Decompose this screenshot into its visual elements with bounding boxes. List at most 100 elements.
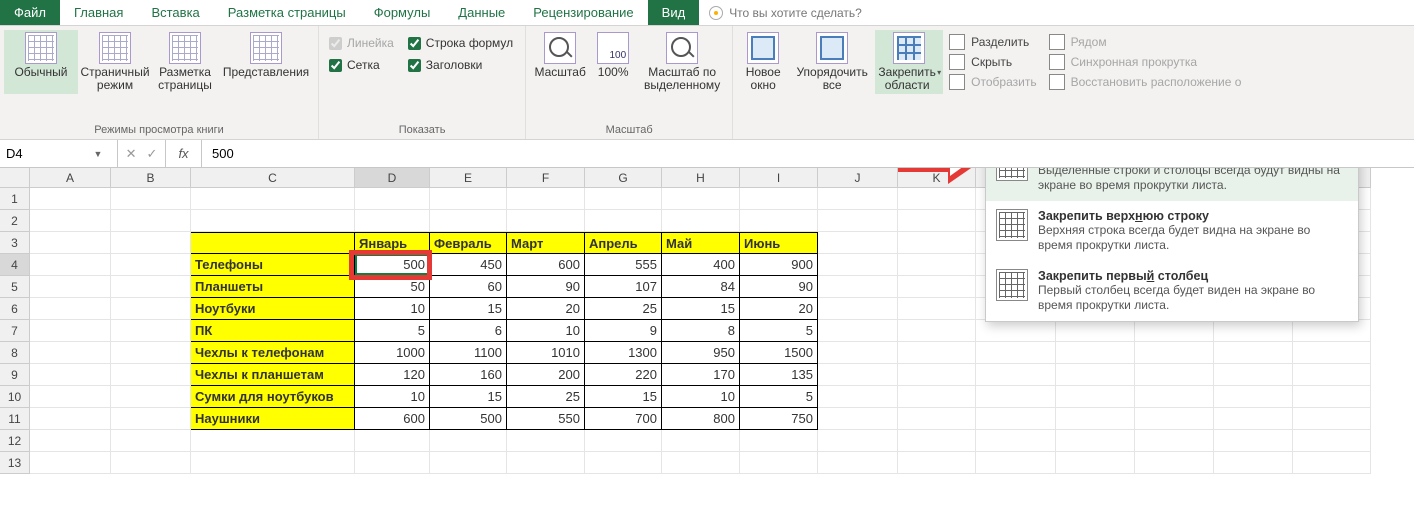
cell-D6[interactable]: 10 [355, 298, 430, 320]
cell-P8[interactable] [1293, 342, 1371, 364]
cell-B13[interactable] [111, 452, 191, 474]
cell-O12[interactable] [1214, 430, 1293, 452]
cell-E10[interactable]: 15 [430, 386, 507, 408]
cell-H1[interactable] [662, 188, 740, 210]
cell-H9[interactable]: 170 [662, 364, 740, 386]
cell-E8[interactable]: 1100 [430, 342, 507, 364]
cell-N10[interactable] [1135, 386, 1214, 408]
cell-N9[interactable] [1135, 364, 1214, 386]
side-by-side-button[interactable]: Рядом [1049, 34, 1242, 50]
cell-D11[interactable]: 600 [355, 408, 430, 430]
cell-F9[interactable]: 200 [507, 364, 585, 386]
row-header-2[interactable]: 2 [0, 210, 30, 232]
cell-C6[interactable]: Ноутбуки [191, 298, 355, 320]
cell-A5[interactable] [30, 276, 111, 298]
cell-I5[interactable]: 90 [740, 276, 818, 298]
tell-me-search[interactable]: Что вы хотите сделать? [699, 0, 872, 25]
cell-L8[interactable] [976, 342, 1056, 364]
cell-K7[interactable] [898, 320, 976, 342]
freeze-top-row-item[interactable]: Закрепить верхнюю строку Верхняя строка … [986, 201, 1358, 261]
cell-J4[interactable] [818, 254, 898, 276]
cell-D10[interactable]: 10 [355, 386, 430, 408]
reset-position-button[interactable]: Восстановить расположение о [1049, 74, 1242, 90]
col-header-J[interactable]: J [818, 168, 898, 188]
cell-I9[interactable]: 135 [740, 364, 818, 386]
cell-F3[interactable]: Март [507, 232, 585, 254]
cell-P10[interactable] [1293, 386, 1371, 408]
cell-C2[interactable] [191, 210, 355, 232]
cell-J10[interactable] [818, 386, 898, 408]
cell-C10[interactable]: Сумки для ноутбуков [191, 386, 355, 408]
zoom-100-button[interactable]: 100 100% [590, 30, 636, 94]
col-header-I[interactable]: I [740, 168, 818, 188]
row-header-9[interactable]: 9 [0, 364, 30, 386]
name-box[interactable]: ▼ [0, 140, 118, 167]
cell-N7[interactable] [1135, 320, 1214, 342]
zoom-button[interactable]: Масштаб [530, 30, 590, 94]
cell-B3[interactable] [111, 232, 191, 254]
cell-E4[interactable]: 450 [430, 254, 507, 276]
cell-J7[interactable] [818, 320, 898, 342]
cell-J2[interactable] [818, 210, 898, 232]
col-header-A[interactable]: A [30, 168, 111, 188]
cell-J8[interactable] [818, 342, 898, 364]
cell-K13[interactable] [898, 452, 976, 474]
cell-O7[interactable] [1214, 320, 1293, 342]
cell-C4[interactable]: Телефоны [191, 254, 355, 276]
cell-B11[interactable] [111, 408, 191, 430]
cell-J3[interactable] [818, 232, 898, 254]
cell-F2[interactable] [507, 210, 585, 232]
cell-M7[interactable] [1056, 320, 1135, 342]
cell-C5[interactable]: Планшеты [191, 276, 355, 298]
cell-G13[interactable] [585, 452, 662, 474]
cell-E5[interactable]: 60 [430, 276, 507, 298]
cell-A11[interactable] [30, 408, 111, 430]
cell-A6[interactable] [30, 298, 111, 320]
cell-K5[interactable] [898, 276, 976, 298]
cell-O13[interactable] [1214, 452, 1293, 474]
cell-E1[interactable] [430, 188, 507, 210]
cell-H7[interactable]: 8 [662, 320, 740, 342]
cell-F6[interactable]: 20 [507, 298, 585, 320]
cell-L13[interactable] [976, 452, 1056, 474]
cancel-icon[interactable]: ✕ [126, 146, 137, 162]
cell-H5[interactable]: 84 [662, 276, 740, 298]
cell-B9[interactable] [111, 364, 191, 386]
cell-K3[interactable] [898, 232, 976, 254]
cell-D13[interactable] [355, 452, 430, 474]
row-headers[interactable]: 12345678910111213 [0, 188, 30, 474]
cell-N8[interactable] [1135, 342, 1214, 364]
cell-J6[interactable] [818, 298, 898, 320]
col-header-B[interactable]: B [111, 168, 191, 188]
cell-I3[interactable]: Июнь [740, 232, 818, 254]
cell-G11[interactable]: 700 [585, 408, 662, 430]
cell-F1[interactable] [507, 188, 585, 210]
cell-C13[interactable] [191, 452, 355, 474]
cell-P9[interactable] [1293, 364, 1371, 386]
cell-E2[interactable] [430, 210, 507, 232]
split-button[interactable]: Разделить [949, 34, 1036, 50]
cell-A2[interactable] [30, 210, 111, 232]
cell-D8[interactable]: 1000 [355, 342, 430, 364]
cell-B10[interactable] [111, 386, 191, 408]
cell-B6[interactable] [111, 298, 191, 320]
col-header-H[interactable]: H [662, 168, 740, 188]
cell-E3[interactable]: Февраль [430, 232, 507, 254]
cell-O8[interactable] [1214, 342, 1293, 364]
freeze-first-col-item[interactable]: Закрепить первый столбец Первый столбец … [986, 261, 1358, 321]
cell-A12[interactable] [30, 430, 111, 452]
cell-I4[interactable]: 900 [740, 254, 818, 276]
cell-K4[interactable] [898, 254, 976, 276]
cell-D12[interactable] [355, 430, 430, 452]
cell-J5[interactable] [818, 276, 898, 298]
cell-G8[interactable]: 1300 [585, 342, 662, 364]
cell-P7[interactable] [1293, 320, 1371, 342]
cell-D5[interactable]: 50 [355, 276, 430, 298]
cell-N12[interactable] [1135, 430, 1214, 452]
cell-I10[interactable]: 5 [740, 386, 818, 408]
row-header-1[interactable]: 1 [0, 188, 30, 210]
cell-A4[interactable] [30, 254, 111, 276]
cell-E11[interactable]: 500 [430, 408, 507, 430]
cell-F13[interactable] [507, 452, 585, 474]
tab-formulas[interactable]: Формулы [360, 0, 445, 25]
